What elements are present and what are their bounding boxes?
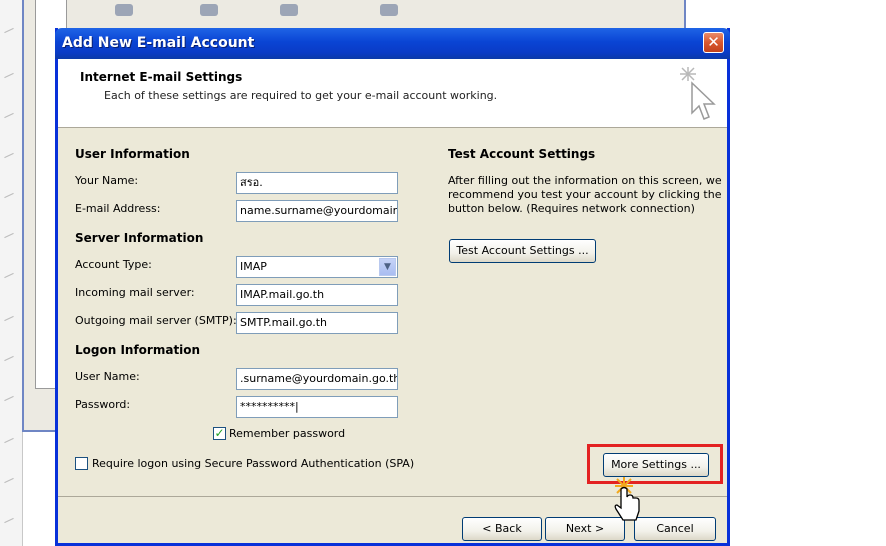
background-toolbar-icon: [280, 4, 298, 16]
more-settings-highlight: [587, 444, 723, 484]
incoming-server-label: Incoming mail server:: [75, 286, 195, 299]
background-window-sidebar: [0, 0, 23, 546]
bg-tick: [4, 315, 14, 322]
user-name-label: User Name:: [75, 370, 140, 383]
incoming-server-field[interactable]: IMAP.mail.go.th: [236, 284, 398, 306]
bg-tick: [4, 395, 14, 402]
background-toolbar-icon: [115, 4, 133, 16]
logon-information-heading: Logon Information: [75, 343, 201, 357]
test-account-settings-heading: Test Account Settings: [448, 147, 596, 161]
email-address-field[interactable]: name.surname@yourdomain.g: [236, 200, 398, 222]
background-toolbar: [60, 2, 420, 18]
dropdown-arrow-icon[interactable]: ▼: [379, 258, 396, 276]
remember-password-label: Remember password: [229, 427, 346, 440]
back-button[interactable]: < Back: [462, 517, 542, 541]
hand-cursor-icon: [614, 477, 640, 521]
bg-tick: [4, 355, 14, 362]
cancel-button[interactable]: Cancel: [634, 517, 716, 541]
bg-tick: [4, 112, 14, 119]
bg-tick: [4, 437, 14, 444]
bg-tick: [4, 272, 14, 279]
server-information-heading: Server Information: [75, 231, 204, 245]
password-field[interactable]: **********|: [236, 396, 398, 418]
header-subtitle: Each of these settings are required to g…: [104, 89, 498, 102]
bg-tick: [4, 517, 14, 524]
test-description-line-3: button below. (Requires network connecti…: [448, 202, 695, 215]
bg-tick: [4, 477, 14, 484]
password-label: Password:: [75, 398, 131, 411]
spa-label: Require logon using Secure Password Auth…: [92, 457, 415, 470]
bg-tick: [4, 72, 14, 79]
bg-tick: [4, 192, 14, 199]
test-description-line-1: After filling out the information on thi…: [448, 174, 722, 187]
header-title: Internet E-mail Settings: [80, 70, 243, 84]
outgoing-server-label: Outgoing mail server (SMTP):: [75, 314, 237, 327]
account-type-value: IMAP: [240, 260, 267, 273]
close-icon: ✕: [707, 33, 720, 51]
test-description-line-2: recommend you test your account by click…: [448, 188, 722, 201]
remember-password-checkbox[interactable]: ✓: [213, 427, 226, 440]
bg-tick: [4, 232, 14, 239]
user-name-field[interactable]: .surname@yourdomain.go.th: [236, 368, 398, 390]
dialog-title: Add New E-mail Account: [62, 35, 255, 51]
email-address-label: E-mail Address:: [75, 202, 161, 215]
checkmark-icon: ✓: [214, 426, 225, 440]
account-type-label: Account Type:: [75, 258, 152, 271]
your-name-label: Your Name:: [75, 174, 139, 187]
close-button[interactable]: ✕: [703, 32, 724, 53]
user-information-heading: User Information: [75, 147, 190, 161]
background-toolbar-icon: [200, 4, 218, 16]
bg-tick: [4, 27, 14, 34]
test-account-settings-button[interactable]: Test Account Settings ...: [449, 239, 596, 263]
account-type-select[interactable]: IMAP ▼: [236, 256, 398, 278]
spa-checkbox[interactable]: [75, 457, 88, 470]
background-toolbar-icon: [380, 4, 398, 16]
outgoing-server-field[interactable]: SMTP.mail.go.th: [236, 312, 398, 334]
bg-tick: [4, 152, 14, 159]
wizard-cursor-icon: [680, 67, 716, 120]
your-name-field[interactable]: สรอ.: [236, 172, 398, 194]
